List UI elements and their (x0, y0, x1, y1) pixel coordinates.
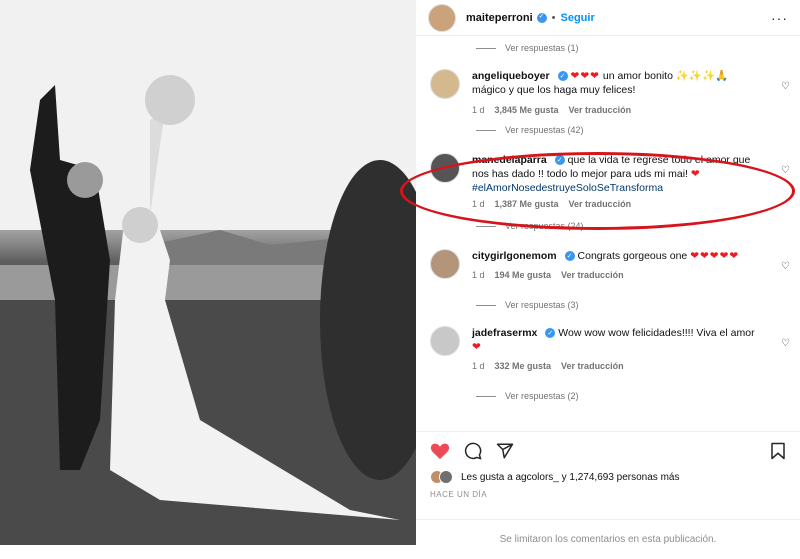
comment-likes[interactable]: 194 Me gusta (495, 270, 552, 280)
comment-item: manedelaparra que la vida te regrese tod… (416, 153, 800, 209)
comment-time[interactable]: 1 d (472, 270, 485, 280)
avatar[interactable] (430, 249, 460, 279)
comment-body: citygirlgonemom Congrats gorgeous one ❤❤… (472, 249, 786, 280)
hearts-emoji: ❤❤❤❤❤ (690, 250, 740, 262)
comment-text: Congrats gorgeous one (577, 250, 688, 262)
comment-time[interactable]: 1 d (472, 199, 485, 209)
verified-icon (545, 327, 556, 341)
separator-dot: • (551, 11, 556, 24)
post-photo (0, 0, 416, 559)
like-comment-icon[interactable]: ♡ (781, 81, 790, 92)
comment-icon[interactable] (464, 442, 482, 460)
comment-text-2: mágico y que los haga muy felices! (472, 84, 636, 96)
comment-text: un amor bonito (602, 70, 673, 82)
comment-item: angeliqueboyer ❤❤❤ un amor bonito ✨✨✨🙏 m… (416, 69, 800, 115)
translate-button[interactable]: Ver traducción (569, 199, 632, 209)
like-comment-icon[interactable]: ♡ (781, 165, 790, 176)
comment-text: Wow wow wow felicidades!!!! Viva el amor (558, 327, 755, 339)
comment-meta: 1 d 194 Me gusta Ver traducción (472, 270, 764, 280)
translate-button[interactable]: Ver traducción (561, 361, 624, 371)
comments-panel: maiteperroni • Seguir ··· Ver respuestas… (416, 0, 800, 559)
likes-summary[interactable]: Les gusta a agcolors_ y 1,274,693 person… (430, 470, 786, 484)
post-time[interactable]: HACE UN DÍA (430, 490, 786, 499)
avatar[interactable] (430, 326, 460, 356)
hashtag-link[interactable]: #elAmorNosedestruyeSoloSeTransforma (472, 181, 764, 195)
wedding-photo (0, 0, 416, 545)
liker-avatar (439, 470, 453, 484)
verified-icon (564, 250, 575, 264)
comment-username[interactable]: citygirlgonemom (472, 250, 557, 262)
avatar[interactable] (430, 69, 460, 99)
header-username[interactable]: maiteperroni (466, 12, 533, 24)
comment-likes[interactable]: 3,845 Me gusta (495, 105, 559, 115)
translate-button[interactable]: Ver traducción (569, 105, 632, 115)
comments-list: Ver respuestas (1) angeliqueboyer ❤❤❤ un… (416, 37, 800, 427)
comment-body: jadefrasermx Wow wow wow felicidades!!!!… (472, 326, 786, 371)
comment-meta: 1 d 332 Me gusta Ver traducción (472, 361, 764, 371)
view-replies-button[interactable]: Ver respuestas (3) (416, 294, 800, 316)
like-heart-icon[interactable] (430, 442, 450, 460)
emoji-text: ✨✨✨🙏 (675, 70, 729, 82)
follow-button[interactable]: Seguir (561, 12, 595, 24)
translate-button[interactable]: Ver traducción (561, 270, 624, 280)
avatar[interactable] (428, 3, 456, 32)
comment-username[interactable]: manedelaparra (472, 154, 547, 166)
comment-meta: 1 d 1,387 Me gusta Ver traducción (472, 199, 764, 209)
comment-likes[interactable]: 332 Me gusta (495, 361, 552, 371)
comment-body: angeliqueboyer ❤❤❤ un amor bonito ✨✨✨🙏 m… (472, 69, 786, 115)
action-icons (430, 436, 786, 466)
share-icon[interactable] (496, 442, 514, 460)
bookmark-icon[interactable] (770, 442, 786, 460)
verified-icon (536, 12, 547, 23)
verified-icon (554, 154, 565, 168)
like-comment-icon[interactable]: ♡ (781, 261, 790, 272)
photo-illustration (0, 0, 416, 545)
comment-time[interactable]: 1 d (472, 361, 485, 371)
comment-username[interactable]: jadefrasermx (472, 327, 537, 339)
like-comment-icon[interactable]: ♡ (781, 338, 790, 349)
view-replies-button[interactable]: Ver respuestas (2) (416, 385, 800, 407)
comments-limited-notice: Se limitaron los comentarios en esta pub… (416, 519, 800, 559)
post-viewer: maiteperroni • Seguir ··· Ver respuestas… (0, 0, 800, 559)
hearts-emoji: ❤ (690, 168, 701, 180)
comment-time[interactable]: 1 d (472, 105, 485, 115)
comment-meta: 1 d 3,845 Me gusta Ver traducción (472, 105, 764, 115)
hearts-emoji: ❤❤❤ (570, 70, 600, 82)
comment-likes[interactable]: 1,387 Me gusta (495, 199, 559, 209)
view-replies-button[interactable]: Ver respuestas (1) (416, 37, 800, 59)
post-header: maiteperroni • Seguir ··· (416, 0, 800, 36)
comment-body: manedelaparra que la vida te regrese tod… (472, 153, 786, 209)
likes-text: Les gusta a agcolors_ y 1,274,693 person… (461, 471, 680, 483)
hearts-emoji: ❤ (472, 341, 482, 353)
view-replies-button[interactable]: Ver respuestas (42) (416, 119, 800, 141)
comment-item: jadefrasermx Wow wow wow felicidades!!!!… (416, 326, 800, 371)
comment-username[interactable]: angeliqueboyer (472, 70, 550, 82)
verified-icon (557, 70, 568, 84)
more-options-icon[interactable]: ··· (771, 10, 788, 26)
post-actions: Les gusta a agcolors_ y 1,274,693 person… (416, 431, 800, 499)
comment-item: citygirlgonemom Congrats gorgeous one ❤❤… (416, 249, 800, 280)
view-replies-button[interactable]: Ver respuestas (24) (416, 215, 800, 237)
avatar[interactable] (430, 153, 460, 183)
